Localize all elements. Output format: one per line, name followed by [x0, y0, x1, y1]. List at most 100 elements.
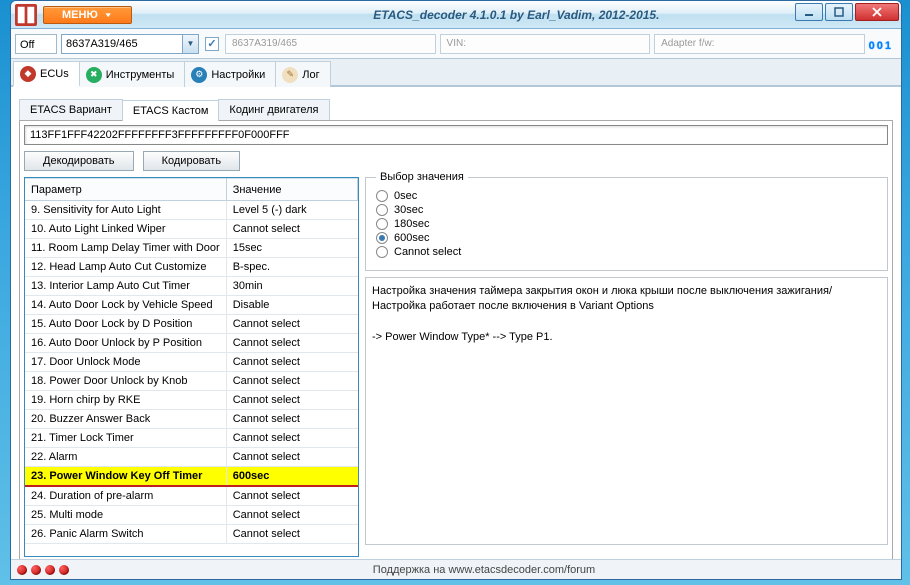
- window-title: ETACS_decoder 4.1.0.1 by Earl_Vadim, 201…: [132, 8, 901, 22]
- table-row[interactable]: 21. Timer Lock TimerCannot select: [25, 429, 358, 448]
- radio-icon: [376, 232, 388, 244]
- value-cell[interactable]: Cannot select: [226, 525, 357, 544]
- radio-option[interactable]: 600sec: [376, 232, 877, 244]
- radio-option[interactable]: Cannot select: [376, 246, 877, 258]
- value-cell[interactable]: 600sec: [226, 467, 357, 487]
- close-button[interactable]: [855, 3, 899, 21]
- subtab-etacs-custom[interactable]: ETACS Кастом: [122, 100, 220, 121]
- table-row[interactable]: 14. Auto Door Lock by Vehicle SpeedDisab…: [25, 296, 358, 315]
- param-cell[interactable]: 9. Sensitivity for Auto Light: [25, 201, 226, 220]
- checkbox[interactable]: ✓: [205, 37, 219, 51]
- radio-label: 0sec: [394, 190, 417, 202]
- value-cell[interactable]: Cannot select: [226, 448, 357, 467]
- vin-field: VIN:: [440, 34, 651, 54]
- table-row[interactable]: 12. Head Lamp Auto Cut CustomizeB-spec.: [25, 258, 358, 277]
- table-row[interactable]: 20. Buzzer Answer BackCannot select: [25, 410, 358, 429]
- value-select-legend: Выбор значения: [376, 171, 468, 183]
- table-row[interactable]: 24. Duration of pre-alarmCannot select: [25, 486, 358, 506]
- param-cell[interactable]: 23. Power Window Key Off Timer: [25, 467, 226, 487]
- parameter-grid[interactable]: Параметр Значение 9. Sensitivity for Aut…: [24, 177, 359, 557]
- col-parameter[interactable]: Параметр: [25, 179, 226, 201]
- value-cell[interactable]: Cannot select: [226, 372, 357, 391]
- tab-tools[interactable]: ✖Инструменты: [79, 61, 186, 87]
- radio-option[interactable]: 30sec: [376, 204, 877, 216]
- sub-area: ETACS Вариант ETACS Кастом Кодинг двигат…: [11, 87, 901, 571]
- param-cell[interactable]: 24. Duration of pre-alarm: [25, 486, 226, 506]
- value-cell[interactable]: B-spec.: [226, 258, 357, 277]
- value-cell[interactable]: Cannot select: [226, 429, 357, 448]
- value-cell[interactable]: 30min: [226, 277, 357, 296]
- param-cell[interactable]: 22. Alarm: [25, 448, 226, 467]
- chevron-down-icon[interactable]: ▼: [182, 35, 198, 53]
- titlebar: МЕНЮ▼ ETACS_decoder 4.1.0.1 by Earl_Vadi…: [11, 1, 901, 29]
- table-row[interactable]: 9. Sensitivity for Auto LightLevel 5 (-)…: [25, 201, 358, 220]
- status-led-4: [59, 565, 69, 575]
- value-cell[interactable]: Cannot select: [226, 353, 357, 372]
- radio-option[interactable]: 0sec: [376, 190, 877, 202]
- subtab-etacs-variant[interactable]: ETACS Вариант: [19, 99, 123, 120]
- table-row[interactable]: 13. Interior Lamp Auto Cut Timer30min: [25, 277, 358, 296]
- radio-icon: [376, 204, 388, 216]
- value-cell[interactable]: Disable: [226, 296, 357, 315]
- support-link[interactable]: Поддержка на www.etacsdecoder.com/forum: [373, 564, 595, 576]
- value-cell[interactable]: Cannot select: [226, 486, 357, 506]
- right-pane: Выбор значения 0sec30sec180sec600secCann…: [365, 177, 888, 557]
- table-row[interactable]: 18. Power Door Unlock by KnobCannot sele…: [25, 372, 358, 391]
- param-cell[interactable]: 14. Auto Door Lock by Vehicle Speed: [25, 296, 226, 315]
- table-row[interactable]: 11. Room Lamp Delay Timer with Door15sec: [25, 239, 358, 258]
- table-row[interactable]: 23. Power Window Key Off Timer600sec: [25, 467, 358, 487]
- status-led-1: [17, 565, 27, 575]
- ecu-combo-input[interactable]: [62, 38, 182, 50]
- radio-option[interactable]: 180sec: [376, 218, 877, 230]
- tools-icon: ✖: [86, 67, 102, 83]
- col-value[interactable]: Значение: [226, 179, 357, 201]
- param-cell[interactable]: 25. Multi mode: [25, 506, 226, 525]
- value-cell[interactable]: Cannot select: [226, 334, 357, 353]
- param-cell[interactable]: 26. Panic Alarm Switch: [25, 525, 226, 544]
- minimize-button[interactable]: [795, 3, 823, 21]
- hex-input[interactable]: 113FF1FFF42202FFFFFFFF3FFFFFFFFF0F000FFF: [24, 125, 888, 145]
- table-row[interactable]: 19. Horn chirp by RKECannot select: [25, 391, 358, 410]
- value-cell[interactable]: Cannot select: [226, 410, 357, 429]
- status-led-2: [31, 565, 41, 575]
- param-cell[interactable]: 17. Door Unlock Mode: [25, 353, 226, 372]
- table-row[interactable]: 16. Auto Door Unlock by P PositionCannot…: [25, 334, 358, 353]
- value-cell[interactable]: Cannot select: [226, 506, 357, 525]
- table-row[interactable]: 15. Auto Door Lock by D PositionCannot s…: [25, 315, 358, 334]
- param-cell[interactable]: 10. Auto Light Linked Wiper: [25, 220, 226, 239]
- tab-settings[interactable]: ⚙Настройки: [184, 61, 276, 87]
- param-cell[interactable]: 20. Buzzer Answer Back: [25, 410, 226, 429]
- radio-label: Cannot select: [394, 246, 461, 258]
- gear-icon: ⚙: [191, 67, 207, 83]
- top-toolbar: Off ▼ ✓ 8637A319/465 VIN: Adapter f/w: 0…: [11, 29, 901, 59]
- info-field-1: 8637A319/465: [225, 34, 436, 54]
- value-cell[interactable]: Level 5 (-) dark: [226, 201, 357, 220]
- table-row[interactable]: 26. Panic Alarm SwitchCannot select: [25, 525, 358, 544]
- maximize-button[interactable]: [825, 3, 853, 21]
- value-cell[interactable]: Cannot select: [226, 315, 357, 334]
- log-icon: ✎: [282, 67, 298, 83]
- value-cell[interactable]: Cannot select: [226, 391, 357, 410]
- param-cell[interactable]: 13. Interior Lamp Auto Cut Timer: [25, 277, 226, 296]
- tab-log[interactable]: ✎Лог: [275, 61, 330, 87]
- param-cell[interactable]: 18. Power Door Unlock by Knob: [25, 372, 226, 391]
- value-cell[interactable]: Cannot select: [226, 220, 357, 239]
- subtab-engine-coding[interactable]: Кодинг двигателя: [218, 99, 329, 120]
- param-cell[interactable]: 11. Room Lamp Delay Timer with Door: [25, 239, 226, 258]
- radio-icon: [376, 218, 388, 230]
- encode-button[interactable]: Кодировать: [143, 151, 240, 171]
- param-cell[interactable]: 21. Timer Lock Timer: [25, 429, 226, 448]
- table-row[interactable]: 22. AlarmCannot select: [25, 448, 358, 467]
- tab-ecus[interactable]: ◆ECUs: [13, 61, 80, 87]
- param-cell[interactable]: 19. Horn chirp by RKE: [25, 391, 226, 410]
- menu-button[interactable]: МЕНЮ▼: [43, 6, 132, 24]
- param-cell[interactable]: 16. Auto Door Unlock by P Position: [25, 334, 226, 353]
- table-row[interactable]: 25. Multi modeCannot select: [25, 506, 358, 525]
- ecu-combo[interactable]: ▼: [61, 34, 199, 54]
- value-cell[interactable]: 15sec: [226, 239, 357, 258]
- table-row[interactable]: 10. Auto Light Linked WiperCannot select: [25, 220, 358, 239]
- param-cell[interactable]: 12. Head Lamp Auto Cut Customize: [25, 258, 226, 277]
- decode-button[interactable]: Декодировать: [24, 151, 134, 171]
- table-row[interactable]: 17. Door Unlock ModeCannot select: [25, 353, 358, 372]
- param-cell[interactable]: 15. Auto Door Lock by D Position: [25, 315, 226, 334]
